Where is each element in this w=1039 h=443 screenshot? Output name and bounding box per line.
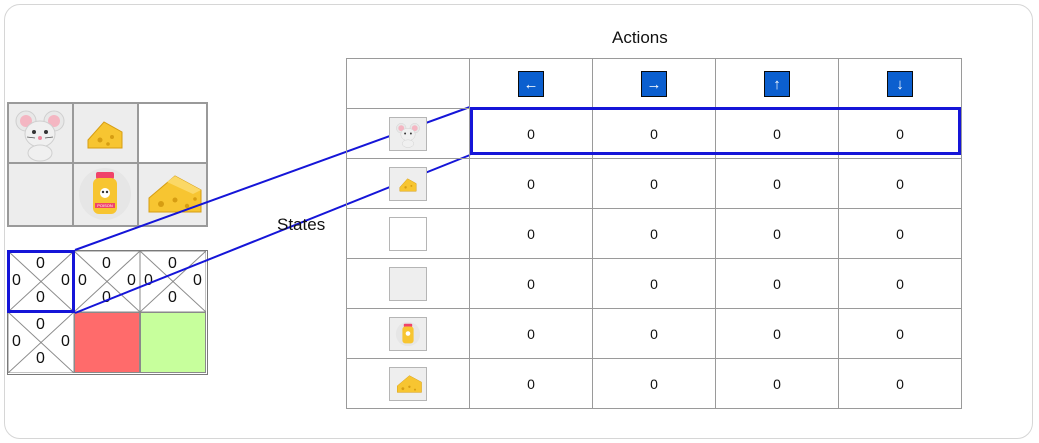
right-arrow-icon: → — [641, 70, 667, 97]
q-value-left: 0 — [144, 272, 153, 289]
table-row: 0 0 0 0 — [346, 208, 962, 259]
mini-grid-highlight — [7, 250, 75, 313]
world-cell-mouse — [9, 104, 74, 164]
q-value-cell: 0 — [592, 258, 716, 309]
up-arrow-icon: ↑ — [764, 70, 790, 97]
state-cell — [346, 108, 470, 159]
big-cheese-icon — [148, 175, 202, 213]
poison-bottle-icon: POISON — [79, 168, 131, 220]
action-header: → — [592, 58, 716, 109]
q-cell: 0 0 0 0 — [8, 312, 74, 373]
q-value-cell: 0 — [592, 208, 716, 259]
state-cell — [346, 158, 470, 209]
q-value-cell: 0 — [838, 258, 962, 309]
q-value-cell: 0 — [838, 308, 962, 359]
mouse-icon — [389, 116, 427, 151]
q-value-cell: 0 — [469, 358, 593, 409]
q-value-top: 0 — [168, 255, 177, 272]
table-row: 0 0 0 0 — [346, 258, 962, 309]
world-cell-poison: POISON — [74, 164, 139, 225]
q-value-cell: 0 — [592, 108, 716, 159]
q-value-cell: 0 — [715, 108, 839, 159]
state-cell — [346, 258, 470, 309]
q-value-cell: 0 — [592, 158, 716, 209]
gridworld: POISON — [7, 102, 208, 227]
table-row: 0 0 0 0 — [346, 308, 962, 359]
empty-grey-cell-icon — [389, 266, 427, 301]
state-cell — [346, 358, 470, 409]
q-cell: 0 0 0 0 — [140, 251, 206, 312]
small-cheese-icon — [389, 166, 427, 201]
q-value-cell: 0 — [838, 208, 962, 259]
table-row: 0 0 0 0 — [346, 358, 962, 409]
empty-white-cell-icon — [389, 216, 427, 251]
q-value-left: 0 — [78, 272, 87, 289]
small-cheese-icon — [87, 121, 123, 149]
action-header: ← — [469, 58, 593, 109]
action-header: ↑ — [715, 58, 839, 109]
world-cell-empty-grey — [9, 164, 74, 225]
q-cell: 0 0 0 0 — [74, 251, 140, 312]
state-cell — [346, 208, 470, 259]
q-value-cell: 0 — [469, 258, 593, 309]
q-value-cell: 0 — [838, 108, 962, 159]
world-cell-big-cheese — [139, 164, 206, 225]
mouse-icon — [15, 110, 65, 162]
q-value-bottom: 0 — [168, 289, 177, 306]
q-value-cell: 0 — [715, 158, 839, 209]
down-arrow-icon: ↓ — [887, 70, 913, 97]
terminal-poison-cell — [74, 312, 140, 373]
q-value-cell: 0 — [838, 158, 962, 209]
q-value-top: 0 — [102, 255, 111, 272]
q-table: ← → ↑ ↓ 0 0 0 0 0 0 0 0 0 0 0 0 0 0 0 0 … — [346, 58, 962, 409]
table-row: 0 0 0 0 — [346, 158, 962, 209]
q-value-cell: 0 — [469, 208, 593, 259]
world-cell-empty — [139, 104, 206, 164]
poison-label: POISON — [97, 203, 113, 208]
q-value-cell: 0 — [715, 308, 839, 359]
action-header: ↓ — [838, 58, 962, 109]
state-cell — [346, 308, 470, 359]
q-value-right: 0 — [61, 333, 70, 350]
q-value-left: 0 — [12, 333, 21, 350]
q-value-cell: 0 — [469, 158, 593, 209]
q-value-cell: 0 — [469, 108, 593, 159]
poison-bottle-icon — [389, 316, 427, 351]
terminal-cheese-cell — [140, 312, 206, 373]
q-value-cell: 0 — [592, 308, 716, 359]
q-value-cell: 0 — [715, 358, 839, 409]
actions-title: Actions — [612, 28, 668, 47]
q-value-bottom: 0 — [102, 289, 111, 306]
big-cheese-icon — [389, 366, 427, 401]
q-table-corner — [346, 58, 470, 109]
q-value-right: 0 — [193, 272, 202, 289]
states-title: States — [277, 215, 326, 234]
q-value-cell: 0 — [838, 358, 962, 409]
q-table-header-row: ← → ↑ ↓ — [346, 58, 962, 109]
q-value-cell: 0 — [592, 358, 716, 409]
q-value-cell: 0 — [715, 258, 839, 309]
q-value-cell: 0 — [715, 208, 839, 259]
q-value-cell: 0 — [469, 308, 593, 359]
q-value-bottom: 0 — [36, 350, 45, 367]
table-row: 0 0 0 0 — [346, 108, 962, 159]
left-arrow-icon: ← — [518, 70, 544, 97]
world-cell-small-cheese — [74, 104, 139, 164]
q-value-top: 0 — [36, 316, 45, 333]
q-value-right: 0 — [127, 272, 136, 289]
